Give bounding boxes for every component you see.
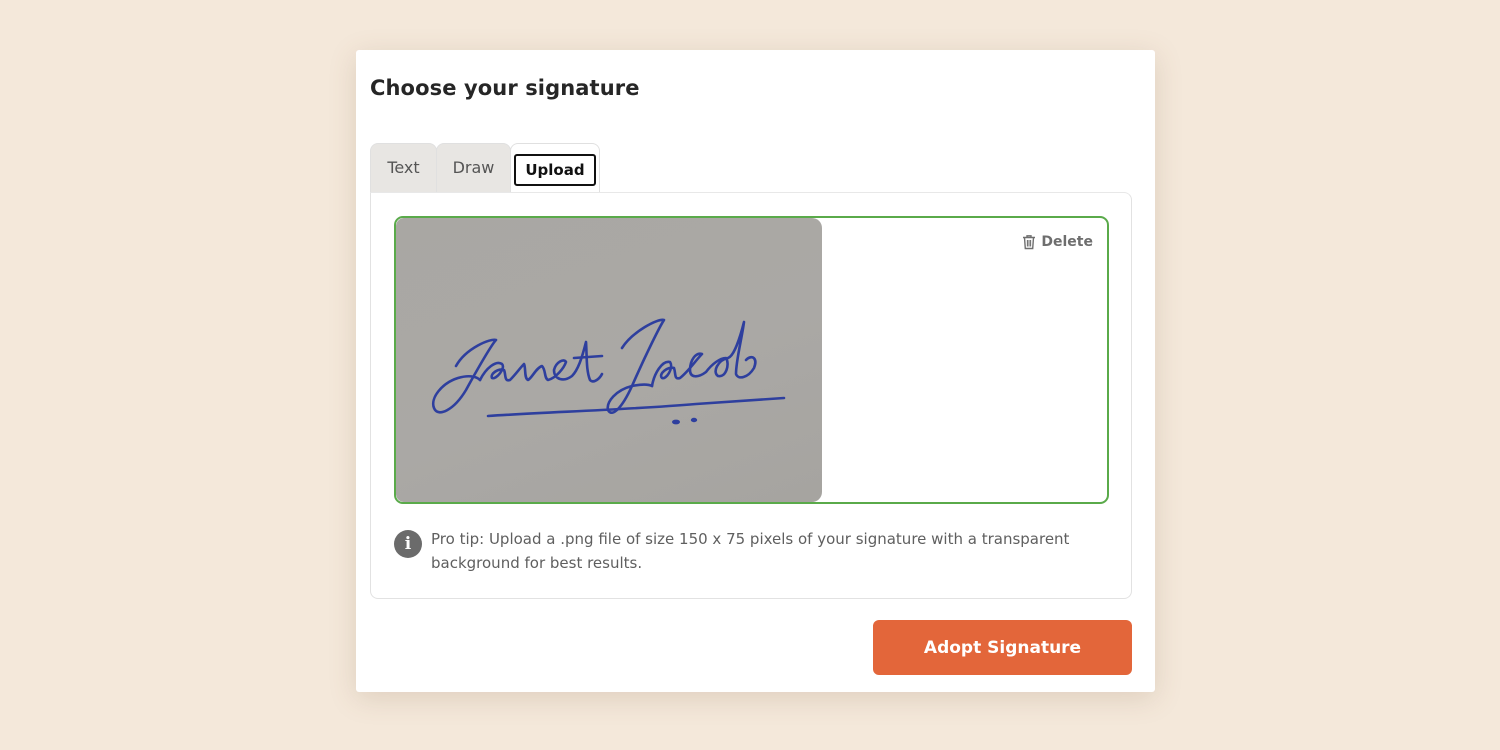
delete-label: Delete bbox=[1041, 234, 1093, 250]
uploaded-signature-image bbox=[396, 218, 822, 502]
pro-tip-text: Pro tip: Upload a .png file of size 150 … bbox=[431, 530, 1070, 572]
delete-button[interactable]: Delete bbox=[1022, 234, 1093, 250]
handwritten-signature bbox=[431, 318, 786, 425]
adopt-signature-button[interactable]: Adopt Signature bbox=[873, 620, 1132, 675]
tab-draw[interactable]: Draw bbox=[436, 143, 511, 192]
pro-tip: i Pro tip: Upload a .png file of size 15… bbox=[394, 527, 1109, 575]
info-icon: i bbox=[394, 530, 422, 558]
tab-text[interactable]: Text bbox=[370, 143, 437, 192]
modal-title: Choose your signature bbox=[370, 76, 640, 100]
tab-upload[interactable]: Upload bbox=[510, 143, 600, 192]
signature-upload-area[interactable]: Delete bbox=[394, 216, 1109, 504]
trash-icon bbox=[1023, 235, 1036, 250]
signature-modal: Choose your signature Text Draw Upload D… bbox=[356, 50, 1155, 692]
tab-upload-label: Upload bbox=[514, 154, 596, 186]
upload-panel: Delete i Pro tip: Upload a .png file of … bbox=[370, 192, 1132, 599]
